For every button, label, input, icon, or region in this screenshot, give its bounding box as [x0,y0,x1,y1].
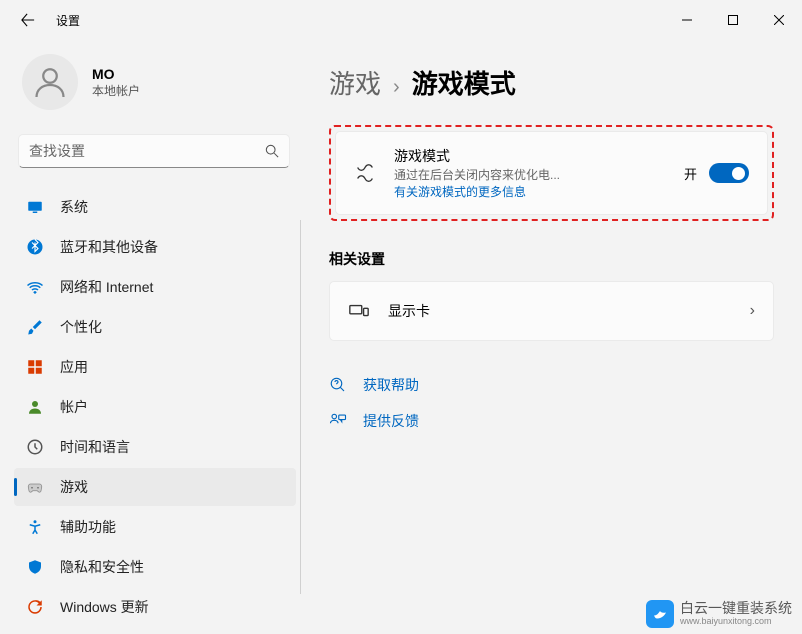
feedback-label: 提供反馈 [363,411,419,431]
sidebar-item-update[interactable]: Windows 更新 [14,588,296,626]
game-mode-toggle[interactable] [709,163,749,183]
system-icon [26,198,44,216]
display-label: 显示卡 [388,301,750,321]
user-section[interactable]: MO 本地帐户 [14,40,300,134]
access-icon [26,518,44,536]
card-link[interactable]: 有关游戏模式的更多信息 [394,183,684,200]
related-section-title: 相关设置 [329,249,774,269]
breadcrumb-parent[interactable]: 游戏 [329,64,381,101]
clock-icon [26,438,44,456]
sidebar-item-label: 游戏 [60,477,88,497]
breadcrumb-current: 游戏模式 [412,64,516,101]
window-title: 设置 [56,12,80,29]
watermark: 白云一键重装系统 www.baiyunxitong.com [646,600,792,628]
watermark-logo [646,600,674,628]
bluetooth-icon [26,238,44,256]
user-name: MO [92,66,140,82]
sidebar-item-privacy[interactable]: 隐私和安全性 [14,548,296,586]
display-card[interactable]: 显示卡 › [329,281,774,341]
search-input[interactable] [29,143,265,159]
sidebar-item-system[interactable]: 系统 [14,188,296,226]
search-icon [265,144,279,158]
sidebar-item-label: 应用 [60,357,88,377]
sidebar-item-label: 网络和 Internet [60,277,153,297]
minimize-icon [682,15,692,25]
chevron-right-icon: › [393,76,400,99]
watermark-url: www.baiyunxitong.com [680,617,792,627]
person-icon [26,398,44,416]
breadcrumb: 游戏 › 游戏模式 [329,64,774,101]
back-button[interactable] [20,12,36,28]
sidebar-item-gaming[interactable]: 游戏 [14,468,296,506]
minimize-button[interactable] [664,0,710,40]
help-icon [329,376,347,394]
controller-icon [26,478,44,496]
feedback-link[interactable]: 提供反馈 [329,411,774,431]
sidebar-item-label: 帐户 [60,397,88,417]
sidebar-item-label: 辅助功能 [60,517,116,537]
search-box[interactable] [18,134,290,168]
card-title: 游戏模式 [394,146,684,166]
maximize-button[interactable] [710,0,756,40]
game-mode-card: 游戏模式 通过在后台关闭内容来优化电... 有关游戏模式的更多信息 开 [335,131,768,215]
window-controls [664,0,802,40]
sidebar-item-accessibility[interactable]: 辅助功能 [14,508,296,546]
sidebar-item-time[interactable]: 时间和语言 [14,428,296,466]
avatar [22,54,78,110]
close-icon [774,15,784,25]
shield-icon [26,558,44,576]
sidebar-item-label: Windows 更新 [60,597,149,617]
sidebar-item-accounts[interactable]: 帐户 [14,388,296,426]
content-area: 游戏 › 游戏模式 游戏模式 通过在后台关闭内容来优化电... 有关游戏模式的更… [301,40,802,634]
dove-icon [651,605,669,623]
game-mode-icon [354,162,376,184]
maximize-icon [728,15,738,25]
get-help-link[interactable]: 获取帮助 [329,375,774,395]
sidebar: MO 本地帐户 系统蓝牙和其他设备网络和 Internet 个性化应用帐户时间和语… [0,40,300,634]
sidebar-item-label: 个性化 [60,317,102,337]
wifi-icon [26,278,44,296]
feedback-icon [329,412,347,430]
back-arrow-icon [21,13,35,27]
sidebar-item-label: 蓝牙和其他设备 [60,237,158,257]
sidebar-item-network[interactable]: 网络和 Internet [14,268,296,306]
card-desc: 通过在后台关闭内容来优化电... [394,166,684,183]
close-button[interactable] [756,0,802,40]
title-bar: 设置 [0,0,802,40]
toggle-label: 开 [684,164,697,183]
brush-icon [26,318,44,336]
nav-list: 系统蓝牙和其他设备网络和 Internet 个性化应用帐户时间和语言游戏辅助功能隐… [14,188,300,634]
chevron-right-icon: › [750,302,755,320]
sidebar-item-personalization[interactable]: 个性化 [14,308,296,346]
update-icon [26,598,44,616]
sidebar-item-label: 时间和语言 [60,437,130,457]
highlight-annotation: 游戏模式 通过在后台关闭内容来优化电... 有关游戏模式的更多信息 开 [329,125,774,221]
watermark-title: 白云一键重装系统 [680,601,792,616]
apps-icon [26,358,44,376]
user-type: 本地帐户 [92,82,140,99]
sidebar-item-apps[interactable]: 应用 [14,348,296,386]
get-help-label: 获取帮助 [363,375,419,395]
display-card-icon [348,300,370,322]
person-icon [32,64,68,100]
sidebar-item-label: 隐私和安全性 [60,557,144,577]
sidebar-item-label: 系统 [60,197,88,217]
sidebar-item-bluetooth[interactable]: 蓝牙和其他设备 [14,228,296,266]
